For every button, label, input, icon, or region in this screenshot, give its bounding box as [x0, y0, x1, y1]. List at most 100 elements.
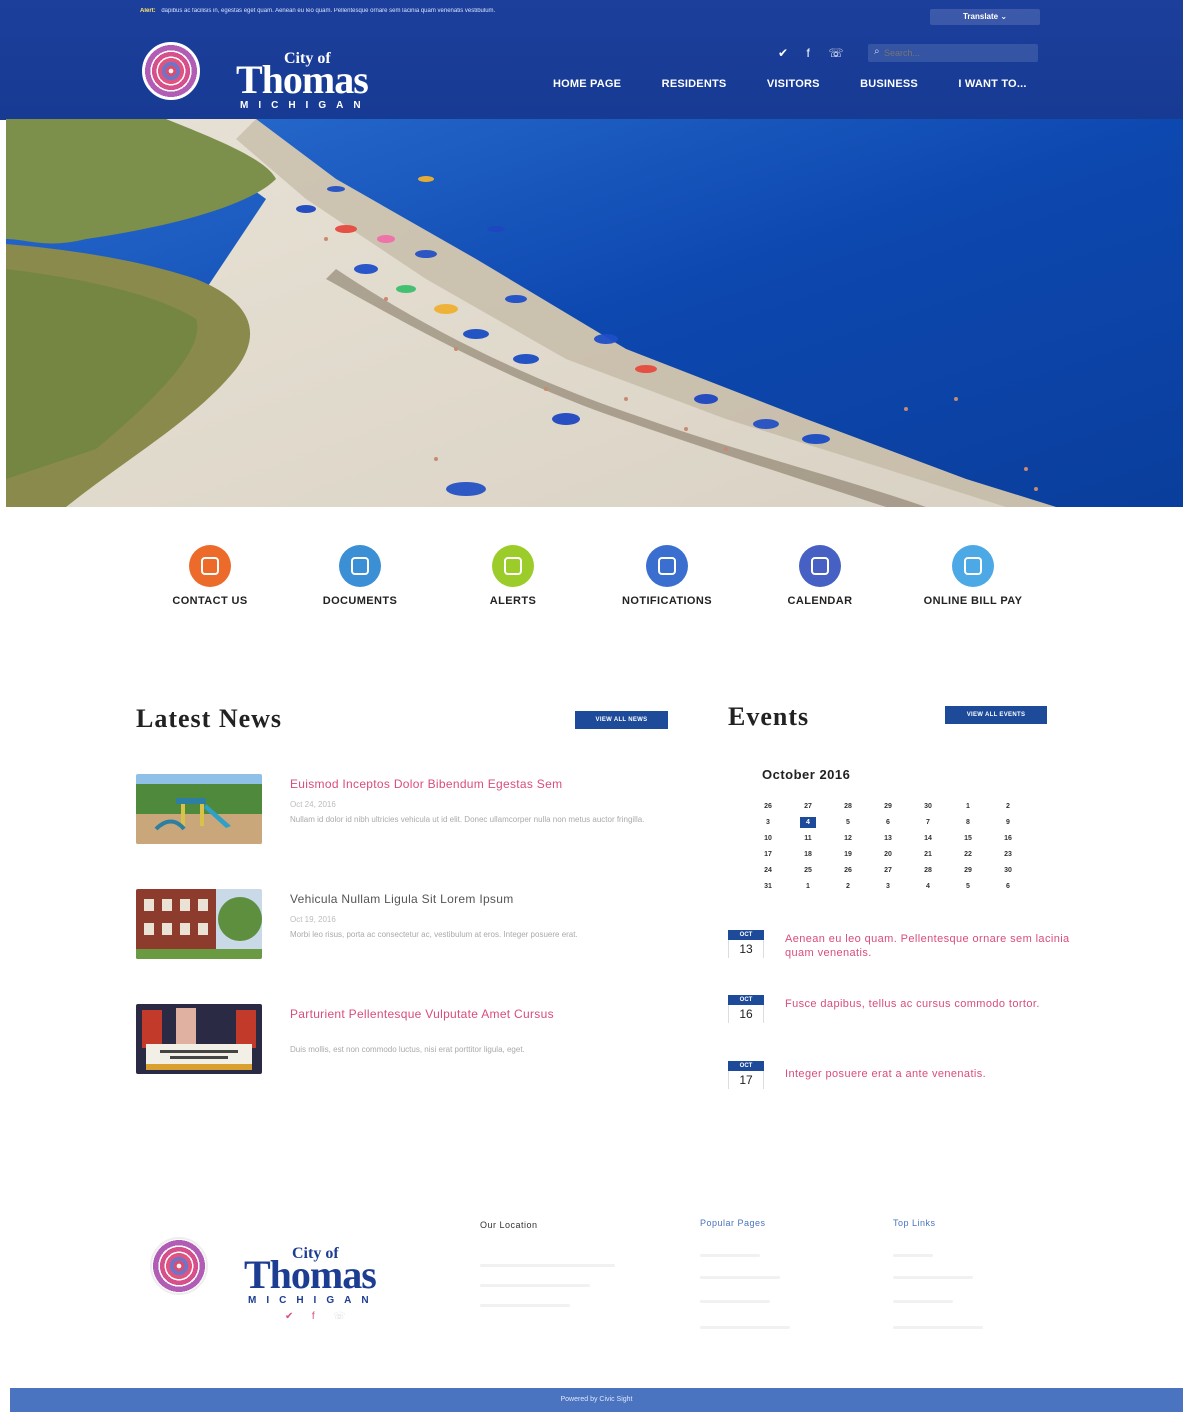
calendar-day[interactable]: 3	[868, 878, 908, 894]
quick-link-online-bill-pay[interactable]: ONLINE BILL PAY	[903, 545, 1043, 607]
calendar-week-row: 10 11 12 13 14 15 16	[748, 830, 1028, 846]
footer-placeholder-line[interactable]	[700, 1326, 790, 1329]
nav-item-business[interactable]: BUSINESS	[860, 78, 918, 90]
event-title[interactable]: Integer posuere erat a ante venenatis.	[785, 1067, 1075, 1081]
news-thumbnail-building[interactable]	[136, 889, 262, 959]
calendar-day[interactable]: 7	[908, 814, 948, 830]
translate-button[interactable]: Translate ⌄	[930, 9, 1040, 25]
event-month: OCT	[728, 930, 764, 940]
footer-popular-title: Popular Pages	[700, 1218, 766, 1228]
footer-placeholder-line[interactable]	[893, 1326, 983, 1329]
calendar-day[interactable]: 18	[788, 846, 828, 862]
calendar-day[interactable]: 10	[748, 830, 788, 846]
calendar-day[interactable]: 24	[748, 862, 788, 878]
facebook-icon[interactable]: f	[807, 46, 810, 60]
calendar-day[interactable]: 5	[828, 814, 868, 830]
footer-placeholder-line[interactable]	[893, 1254, 933, 1257]
view-all-news-button[interactable]: VIEW ALL NEWS	[575, 711, 668, 729]
calendar-day[interactable]: 31	[748, 878, 788, 894]
calendar-day-number: 7	[926, 818, 930, 826]
quick-link-notifications[interactable]: NOTIFICATIONS	[597, 545, 737, 607]
event-item[interactable]: OCT 13 Aenean eu leo quam. Pellentesque …	[728, 930, 1073, 970]
calendar-day[interactable]: 23	[988, 846, 1028, 862]
calendar-day[interactable]: 1	[948, 798, 988, 814]
news-item[interactable]: Vehicula Nullam Ligula Sit Lorem Ipsum O…	[136, 889, 666, 964]
calendar-day[interactable]: 28	[908, 862, 948, 878]
footer-placeholder-line[interactable]	[700, 1300, 770, 1303]
calendar-day-number: 31	[764, 882, 772, 890]
calendar-week-row: 26 27 28 29 30 1 2	[748, 798, 1028, 814]
calendar-day[interactable]: 14	[908, 830, 948, 846]
site-logo[interactable]: City of Thomas MICHIGAN	[142, 42, 392, 111]
footer-placeholder-line[interactable]	[893, 1276, 973, 1279]
calendar-day[interactable]: 9	[988, 814, 1028, 830]
calendar-day[interactable]: 4	[788, 814, 828, 830]
calendar-day[interactable]: 21	[908, 846, 948, 862]
calendar-day[interactable]: 2	[988, 798, 1028, 814]
event-item[interactable]: OCT 17 Integer posuere erat a ante venen…	[728, 1061, 1073, 1101]
news-headline[interactable]: Euismod Inceptos Dolor Bibendum Egestas …	[290, 777, 562, 791]
calendar-day[interactable]: 26	[828, 862, 868, 878]
contact-icon[interactable]: ☏	[828, 46, 843, 60]
calendar-day[interactable]: 4	[908, 878, 948, 894]
calendar-day[interactable]: 29	[868, 798, 908, 814]
calendar-day[interactable]: 16	[988, 830, 1028, 846]
calendar-day[interactable]: 2	[828, 878, 868, 894]
nav-item-i-want-to[interactable]: I WANT TO...	[958, 78, 1026, 90]
calendar-day[interactable]: 29	[948, 862, 988, 878]
calendar-day[interactable]: 11	[788, 830, 828, 846]
facebook-icon[interactable]: f	[312, 1311, 315, 1322]
news-headline[interactable]: Parturient Pellentesque Vulputate Amet C…	[290, 1007, 554, 1021]
nav-item-home[interactable]: HOME PAGE	[553, 78, 621, 90]
calendar-day[interactable]: 27	[788, 798, 828, 814]
calendar-day[interactable]: 30	[988, 862, 1028, 878]
news-item[interactable]: Parturient Pellentesque Vulputate Amet C…	[136, 1004, 666, 1079]
calendar-day[interactable]: 17	[748, 846, 788, 862]
footer-location-title: Our Location	[480, 1220, 538, 1230]
calendar-day-number: 1	[966, 802, 970, 810]
calendar-day[interactable]: 22	[948, 846, 988, 862]
news-thumbnail-theater[interactable]	[136, 1004, 262, 1074]
quick-link-documents[interactable]: DOCUMENTS	[290, 545, 430, 607]
calendar-day[interactable]: 20	[868, 846, 908, 862]
nav-item-residents[interactable]: RESIDENTS	[662, 78, 727, 90]
quick-link-alerts[interactable]: ALERTS	[443, 545, 583, 607]
calendar-day[interactable]: 15	[948, 830, 988, 846]
calendar-day[interactable]: 19	[828, 846, 868, 862]
quick-link-calendar[interactable]: CALENDAR	[750, 545, 890, 607]
calendar-day[interactable]: 26	[748, 798, 788, 814]
calendar-day[interactable]: 12	[828, 830, 868, 846]
calendar-day[interactable]: 3	[748, 814, 788, 830]
calendar-day[interactable]: 28	[828, 798, 868, 814]
footer-placeholder-line[interactable]	[700, 1276, 780, 1279]
footer-placeholder-line[interactable]	[700, 1254, 760, 1257]
event-title[interactable]: Aenean eu leo quam. Pellentesque ornare …	[785, 932, 1075, 960]
contact-icon[interactable]: ☏	[333, 1311, 346, 1322]
calendar-day[interactable]: 13	[868, 830, 908, 846]
news-headline[interactable]: Vehicula Nullam Ligula Sit Lorem Ipsum	[290, 892, 514, 906]
search-input[interactable]	[868, 44, 1038, 62]
calendar-week-row: 24 25 26 27 28 29 30	[748, 862, 1028, 878]
calendar-day[interactable]: 27	[868, 862, 908, 878]
twitter-icon[interactable]: ✔	[285, 1311, 293, 1322]
news-item[interactable]: Euismod Inceptos Dolor Bibendum Egestas …	[136, 774, 666, 849]
quick-link-contact-us[interactable]: CONTACT US	[140, 545, 280, 607]
event-item[interactable]: OCT 16 Fusce dapibus, tellus ac cursus c…	[728, 995, 1073, 1035]
calendar-day[interactable]: 6	[868, 814, 908, 830]
footer-logo[interactable]: City of Thomas MICHIGAN	[150, 1237, 400, 1306]
logo-state: MICHIGAN	[240, 100, 371, 111]
view-all-events-button[interactable]: VIEW ALL EVENTS	[945, 706, 1047, 724]
calendar-day[interactable]: 5	[948, 878, 988, 894]
bell-icon	[504, 557, 522, 575]
nav-item-visitors[interactable]: VISITORS	[767, 78, 820, 90]
news-thumbnail-playground[interactable]	[136, 774, 262, 844]
calendar-day[interactable]: 6	[988, 878, 1028, 894]
calendar-day[interactable]: 30	[908, 798, 948, 814]
calendar-day[interactable]: 25	[788, 862, 828, 878]
calendar-day[interactable]: 8	[948, 814, 988, 830]
footer-placeholder-line[interactable]	[893, 1300, 953, 1303]
document-icon	[351, 557, 369, 575]
event-title[interactable]: Fusce dapibus, tellus ac cursus commodo …	[785, 997, 1075, 1011]
twitter-icon[interactable]: ✔	[778, 46, 788, 60]
calendar-day[interactable]: 1	[788, 878, 828, 894]
